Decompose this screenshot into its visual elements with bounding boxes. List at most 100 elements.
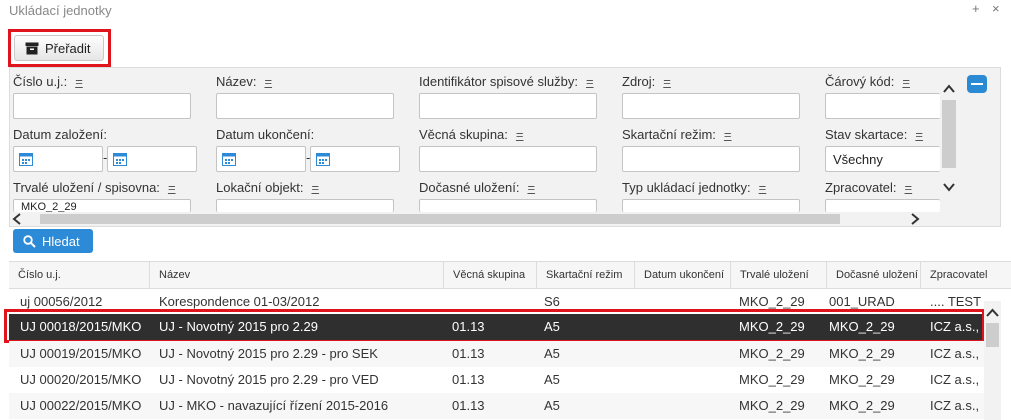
cell-vecna-skupina: 01.13 xyxy=(452,346,485,361)
filter-label-cislo-uj: Číslo u.j.: = xyxy=(13,74,83,89)
filter-operator[interactable]: = xyxy=(516,127,524,142)
cell-zpracovatel: ICZ a.s., xyxy=(930,346,980,361)
column-header-docasne-ulozeni[interactable]: Dočasné uložení xyxy=(826,262,920,289)
table-header: Číslo u.j. Název Věcná skupina Skartační… xyxy=(9,261,1011,289)
filter-select-trvale-ulozeni[interactable]: MKO_2_29 xyxy=(13,199,191,212)
filter-operator[interactable]: = xyxy=(311,180,319,195)
search-button-label: Hledat xyxy=(42,233,80,249)
cell-skartacni-rezim: S6 xyxy=(544,294,560,309)
cell-zpracovatel: ICZ a.s., xyxy=(930,319,980,334)
filter-panel-horizontal-scrollbar[interactable] xyxy=(10,212,940,226)
column-header-zpracovatel[interactable]: Zpracovatel xyxy=(920,262,1011,289)
window-titlebar: Ukládací jednotky + × xyxy=(0,0,1011,22)
filter-operator[interactable]: = xyxy=(724,127,732,142)
cell-cislo-uj: UJ 00018/2015/MKO xyxy=(20,319,142,334)
table-row[interactable]: UJ 00020/2015/MKO UJ - Novotný 2015 pro … xyxy=(9,367,985,393)
calendar-icon[interactable] xyxy=(222,152,236,166)
filter-label-datum-ukonceni: Datum ukončení: xyxy=(216,127,315,142)
magnifier-icon xyxy=(23,234,36,248)
close-button[interactable]: × xyxy=(992,1,1000,16)
date-to-ukonceni[interactable] xyxy=(310,146,400,172)
filter-select-stav-skartace[interactable]: Všechny xyxy=(825,146,940,172)
cell-nazev: UJ - MKO - navazující řízení 2015-2016 xyxy=(159,398,389,413)
filter-operator[interactable]: = xyxy=(586,74,594,89)
cell-cislo-uj: UJ 00020/2015/MKO xyxy=(20,372,142,387)
filter-operator[interactable]: = xyxy=(905,180,913,195)
collapse-filter-button[interactable] xyxy=(967,75,987,93)
column-header-vecna-skupina[interactable]: Věcná skupina xyxy=(443,262,536,289)
table-row[interactable]: UJ 00022/2015/MKO UJ - MKO - navazující … xyxy=(9,393,985,419)
column-header-skartacni-rezim[interactable]: Skartační režim xyxy=(536,262,634,289)
cell-cislo-uj: uj 00056/2012 xyxy=(20,294,103,309)
cell-docasne-ulozeni: MKO_2_29 xyxy=(829,372,895,387)
table-row[interactable]: UJ 00019/2015/MKO UJ - Novotný 2015 pro … xyxy=(9,341,985,367)
filter-input-zpracovatel[interactable] xyxy=(825,199,940,212)
table-row[interactable]: uj 00056/2012 Korespondence 01-03/2012 S… xyxy=(9,289,985,315)
filter-operator[interactable]: = xyxy=(264,74,272,89)
filter-select-typ-uj[interactable] xyxy=(622,199,800,212)
filter-label-identifikator: Identifikátor spisové služby: = xyxy=(419,74,594,89)
filter-select-lokacni-objekt[interactable] xyxy=(216,199,394,212)
filter-label-docasne-ulozeni: Dočasné uložení: = xyxy=(419,180,536,195)
calendar-icon[interactable] xyxy=(113,152,127,166)
filter-operator[interactable]: = xyxy=(902,74,910,89)
filter-label-datum-zalozeni: Datum založení: xyxy=(13,127,107,142)
filter-select-docasne-ulozeni[interactable] xyxy=(419,199,597,212)
move-button-label: Přeřadit xyxy=(45,40,91,56)
filter-label-nazev: Název: = xyxy=(216,74,273,89)
cell-trvale-ulozeni: MKO_2_29 xyxy=(739,346,805,361)
filter-operator[interactable]: = xyxy=(759,180,767,195)
filter-label-stav-skartace: Stav skartace: = xyxy=(825,127,923,142)
cell-vecna-skupina: 01.13 xyxy=(452,319,485,334)
cell-trvale-ulozeni: MKO_2_29 xyxy=(739,319,805,334)
column-header-cislo-uj[interactable]: Číslo u.j. xyxy=(9,262,149,289)
filter-label-skartacni-rezim: Skartační režim: = xyxy=(622,127,732,142)
calendar-icon[interactable] xyxy=(19,152,33,166)
filter-panel-vertical-scrollbar[interactable] xyxy=(940,70,958,198)
calendar-icon[interactable] xyxy=(316,152,330,166)
cell-trvale-ulozeni: MKO_2_29 xyxy=(739,398,805,413)
filter-operator[interactable]: = xyxy=(75,74,83,89)
filter-label-zpracovatel: Zpracovatel: = xyxy=(825,180,913,195)
filter-label-typ-uj: Typ ukládací jednotky: = xyxy=(622,180,767,195)
cell-nazev: UJ - Novotný 2015 pro 2.29 - pro SEK xyxy=(159,346,378,361)
column-header-nazev[interactable]: Název xyxy=(149,262,443,289)
filter-input-zdroj[interactable] xyxy=(622,93,800,119)
filter-input-vecna-skupina[interactable] xyxy=(419,146,597,172)
maximize-button[interactable]: + xyxy=(972,1,980,16)
date-from-zalozeni[interactable] xyxy=(13,146,103,172)
filter-input-skartacni-rezim[interactable] xyxy=(622,146,800,172)
table-row-selected[interactable]: UJ 00018/2015/MKO UJ - Novotný 2015 pro … xyxy=(9,314,985,340)
cell-zpracovatel: ICZ a.s., xyxy=(930,398,980,413)
cell-skartacni-rezim: A5 xyxy=(544,372,560,387)
date-from-ukonceni[interactable] xyxy=(216,146,306,172)
column-header-datum-ukonceni[interactable]: Datum ukončení xyxy=(634,262,730,289)
move-button[interactable]: Přeřadit xyxy=(14,35,104,61)
column-header-trvale-ulozeni[interactable]: Trvalé uložení xyxy=(730,262,826,289)
filter-label-carovy-kod: Čárový kód: = xyxy=(825,74,910,89)
filter-input-cislo-uj[interactable] xyxy=(13,93,191,119)
cell-vecna-skupina: 01.13 xyxy=(452,372,485,387)
cell-skartacni-rezim: A5 xyxy=(544,398,560,413)
cell-cislo-uj: UJ 00019/2015/MKO xyxy=(20,346,142,361)
cell-zpracovatel: ICZ a.s., xyxy=(930,372,980,387)
cell-skartacni-rezim: A5 xyxy=(544,346,560,361)
filter-label-trvale-ulozeni: Trvalé uložení / spisovna: = xyxy=(13,180,176,195)
filter-label-lokacni-objekt: Lokační objekt: = xyxy=(216,180,320,195)
table-vertical-scrollbar[interactable] xyxy=(984,301,1001,420)
filter-input-nazev[interactable] xyxy=(216,93,394,119)
cell-docasne-ulozeni: 001_URAD xyxy=(829,294,895,309)
archive-box-icon xyxy=(25,42,39,54)
window-title: Ukládací jednotky xyxy=(9,3,112,18)
filter-operator[interactable]: = xyxy=(663,74,671,89)
cell-trvale-ulozeni: MKO_2_29 xyxy=(739,372,805,387)
filter-operator[interactable]: = xyxy=(168,180,176,195)
date-to-zalozeni[interactable] xyxy=(107,146,197,172)
cell-trvale-ulozeni: MKO_2_29 xyxy=(739,294,805,309)
search-button[interactable]: Hledat xyxy=(13,229,93,253)
filter-operator[interactable]: = xyxy=(915,127,923,142)
filter-operator[interactable]: = xyxy=(527,180,535,195)
filter-input-carovy-kod[interactable] xyxy=(825,93,940,119)
filter-input-identifikator[interactable] xyxy=(419,93,597,119)
cell-docasne-ulozeni: MKO_2_29 xyxy=(829,346,895,361)
